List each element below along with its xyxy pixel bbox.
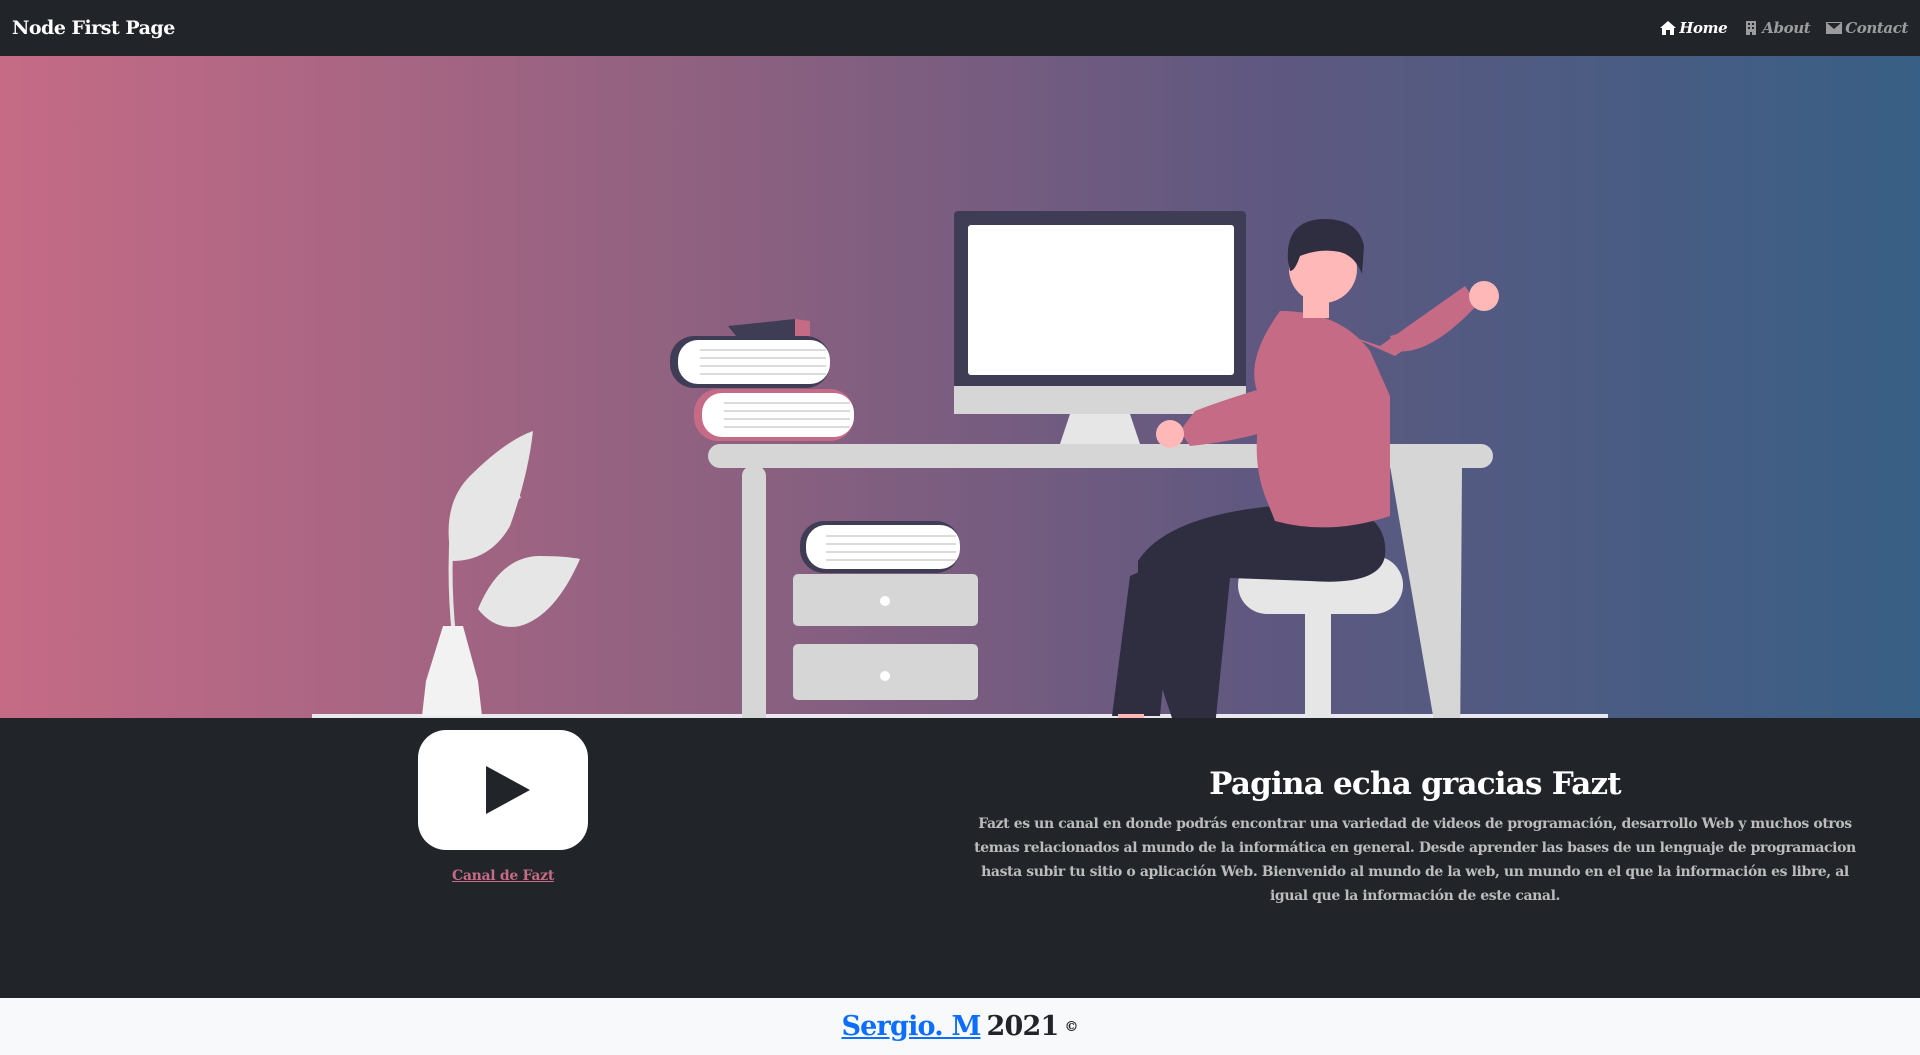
nav-home-link[interactable]: Home (1660, 19, 1728, 37)
drawer-cabinet-illustration (793, 521, 978, 700)
about-text-block: Pagina echa gracias Fazt Fazt es un cana… (965, 766, 1865, 908)
building-icon (1746, 21, 1757, 35)
footer-author-link[interactable]: Sergio. M (841, 1011, 981, 1042)
hero-banner (0, 56, 1920, 718)
book-stack-top (670, 319, 854, 441)
navbar: Node First Page Home About Contact (0, 0, 1920, 56)
footer-year: 2021 (986, 1011, 1060, 1042)
nav-contact-link[interactable]: Contact (1826, 19, 1908, 37)
nav-links: Home About Contact (1660, 19, 1908, 37)
youtube-play-icon[interactable] (418, 730, 588, 850)
nav-about-label: About (1762, 19, 1811, 37)
section-heading: Pagina echa gracias Fazt (1209, 766, 1621, 802)
youtube-section: Canal de Fazt (418, 730, 588, 884)
footer: Sergio. M 2021 © (0, 998, 1920, 1055)
navbar-brand[interactable]: Node First Page (12, 17, 175, 39)
person-working-at-desk-illustration (312, 211, 1608, 718)
copyright-symbol: © (1064, 1018, 1079, 1035)
section-paragraph: Fazt es un canal en donde podrás encontr… (974, 816, 1856, 904)
nav-home-label: Home (1679, 19, 1728, 37)
channel-link[interactable]: Canal de Fazt (452, 868, 554, 884)
home-icon (1660, 21, 1677, 35)
plant-illustration (422, 431, 580, 716)
nav-contact-label: Contact (1845, 19, 1908, 37)
envelope-icon (1826, 22, 1843, 34)
nav-about-link[interactable]: About (1743, 19, 1811, 37)
